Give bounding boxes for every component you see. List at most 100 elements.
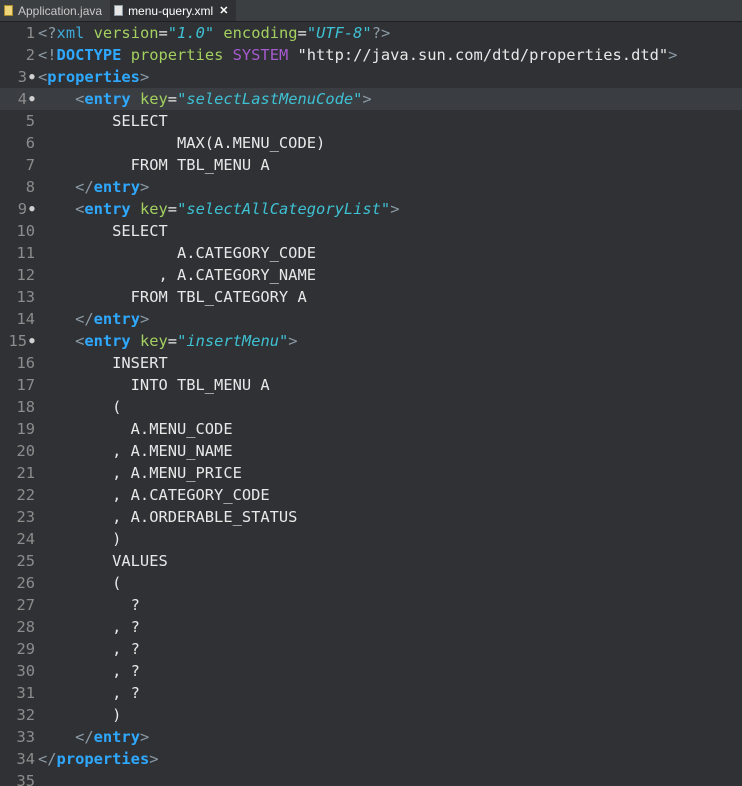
- code-line[interactable]: 12 , A.CATEGORY_NAME: [0, 264, 742, 286]
- code-editor[interactable]: 1 <?xml version="1.0" encoding="UTF-8"?> 2…: [0, 22, 742, 786]
- line-number: 19: [16, 420, 35, 438]
- line-number: 4: [17, 90, 27, 108]
- code-token: ): [38, 530, 122, 548]
- code-text: <entry key="insertMenu">: [38, 330, 298, 352]
- code-text: </entry>: [38, 176, 149, 198]
- code-token: <: [38, 68, 48, 86]
- fold-marker-icon[interactable]: ●: [28, 330, 36, 352]
- code-line[interactable]: 15 ● <entry key="insertMenu">: [0, 330, 742, 352]
- code-line[interactable]: 30 , ?: [0, 660, 742, 682]
- code-line[interactable]: 29 , ?: [0, 638, 742, 660]
- code-line[interactable]: 33 </entry>: [0, 726, 742, 748]
- code-token: "1.0": [167, 24, 215, 42]
- code-token: encoding: [214, 24, 298, 42]
- code-text: </entry>: [38, 726, 149, 748]
- line-number: 18: [16, 398, 35, 416]
- code-line[interactable]: 19 A.MENU_CODE: [0, 418, 742, 440]
- code-line[interactable]: 22 , A.CATEGORY_CODE: [0, 484, 742, 506]
- code-line[interactable]: 7 FROM TBL_MENU A: [0, 154, 742, 176]
- code-line[interactable]: 35: [0, 770, 742, 786]
- code-line[interactable]: 24 ): [0, 528, 742, 550]
- code-token: >: [139, 310, 150, 328]
- code-line[interactable]: 16 INSERT: [0, 352, 742, 374]
- code-token: >: [139, 728, 150, 746]
- tab-menu-query-xml[interactable]: menu-query.xml ✕: [110, 0, 237, 21]
- code-token: entry: [93, 310, 140, 328]
- code-line[interactable]: 4 ● <entry key="selectLastMenuCode">: [0, 88, 742, 110]
- code-line[interactable]: 10 SELECT: [0, 220, 742, 242]
- code-text: , ?: [38, 682, 140, 704]
- code-token: properties: [56, 750, 150, 768]
- line-number: 35: [16, 772, 35, 786]
- line-number: 8: [25, 178, 35, 196]
- code-token: =: [167, 200, 178, 218]
- code-token: VALUES: [38, 552, 168, 570]
- code-line[interactable]: 1 <?xml version="1.0" encoding="UTF-8"?>: [0, 22, 742, 44]
- code-line[interactable]: 27 ?: [0, 594, 742, 616]
- code-text: INSERT: [38, 352, 168, 374]
- line-number: 6: [25, 134, 35, 152]
- code-line[interactable]: 23 , A.ORDERABLE_STATUS: [0, 506, 742, 528]
- code-token: key: [130, 90, 168, 108]
- line-number: 1: [25, 24, 35, 42]
- code-token: properties: [47, 68, 140, 86]
- tab-label: Application.java: [18, 3, 103, 18]
- code-line[interactable]: 20 , A.MENU_NAME: [0, 440, 742, 462]
- line-number: 28: [16, 618, 35, 636]
- code-token: </: [38, 750, 57, 768]
- code-token: >: [139, 68, 150, 86]
- line-number: 34: [16, 750, 35, 768]
- code-line[interactable]: 8 </entry>: [0, 176, 742, 198]
- close-icon[interactable]: ✕: [219, 4, 228, 17]
- tab-application-java[interactable]: Application.java: [0, 0, 110, 21]
- line-number: 15: [8, 332, 27, 350]
- code-text: , A.ORDERABLE_STATUS: [38, 506, 297, 528]
- code-token: >: [668, 46, 678, 64]
- code-text: <!DOCTYPE properties SYSTEM "http://java…: [38, 44, 677, 66]
- code-line[interactable]: 2 <!DOCTYPE properties SYSTEM "http://jav…: [0, 44, 742, 66]
- code-line[interactable]: 21 , A.MENU_PRICE: [0, 462, 742, 484]
- code-line[interactable]: 32 ): [0, 704, 742, 726]
- code-text: , ?: [38, 638, 140, 660]
- code-line[interactable]: 28 , ?: [0, 616, 742, 638]
- code-token: =: [297, 24, 307, 42]
- code-line[interactable]: 9 ● <entry key="selectAllCategoryList">: [0, 198, 742, 220]
- code-token: entry: [84, 200, 131, 218]
- code-line[interactable]: 17 INTO TBL_MENU A: [0, 374, 742, 396]
- code-token: entry: [84, 90, 131, 108]
- code-text: SELECT: [38, 110, 168, 132]
- code-line[interactable]: 3 ● <properties>: [0, 66, 742, 88]
- line-number: 9: [17, 200, 27, 218]
- fold-marker-icon[interactable]: ●: [28, 198, 36, 220]
- fold-marker-icon[interactable]: ●: [28, 66, 36, 88]
- code-line[interactable]: 25 VALUES: [0, 550, 742, 572]
- code-token: >: [390, 200, 400, 218]
- code-line[interactable]: 18 (: [0, 396, 742, 418]
- code-text: A.MENU_CODE: [38, 418, 233, 440]
- code-text: </entry>: [38, 308, 149, 330]
- code-line[interactable]: 6 MAX(A.MENU_CODE): [0, 132, 742, 154]
- code-text: ): [38, 528, 121, 550]
- code-token: <: [75, 332, 85, 350]
- code-line[interactable]: 26 (: [0, 572, 742, 594]
- code-token: FROM TBL_CATEGORY A: [38, 288, 307, 306]
- code-text: , ?: [38, 616, 140, 638]
- code-token: =: [167, 90, 178, 108]
- code-text: ?: [38, 594, 140, 616]
- line-number: 25: [16, 552, 35, 570]
- code-text: <entry key="selectAllCategoryList">: [38, 198, 399, 220]
- code-token: >: [288, 332, 298, 350]
- code-line[interactable]: 34 </properties>: [0, 748, 742, 770]
- line-number: 21: [16, 464, 35, 482]
- code-line[interactable]: 14 </entry>: [0, 308, 742, 330]
- code-line[interactable]: 11 A.CATEGORY_CODE: [0, 242, 742, 264]
- line-number: 24: [16, 530, 35, 548]
- code-token: , ?: [38, 684, 140, 702]
- code-line[interactable]: 31 , ?: [0, 682, 742, 704]
- code-token: , A.MENU_PRICE: [38, 464, 242, 482]
- fold-marker-icon[interactable]: ●: [28, 88, 36, 110]
- code-line[interactable]: 13 FROM TBL_CATEGORY A: [0, 286, 742, 308]
- code-line[interactable]: 5 SELECT: [0, 110, 742, 132]
- line-number: 27: [16, 596, 35, 614]
